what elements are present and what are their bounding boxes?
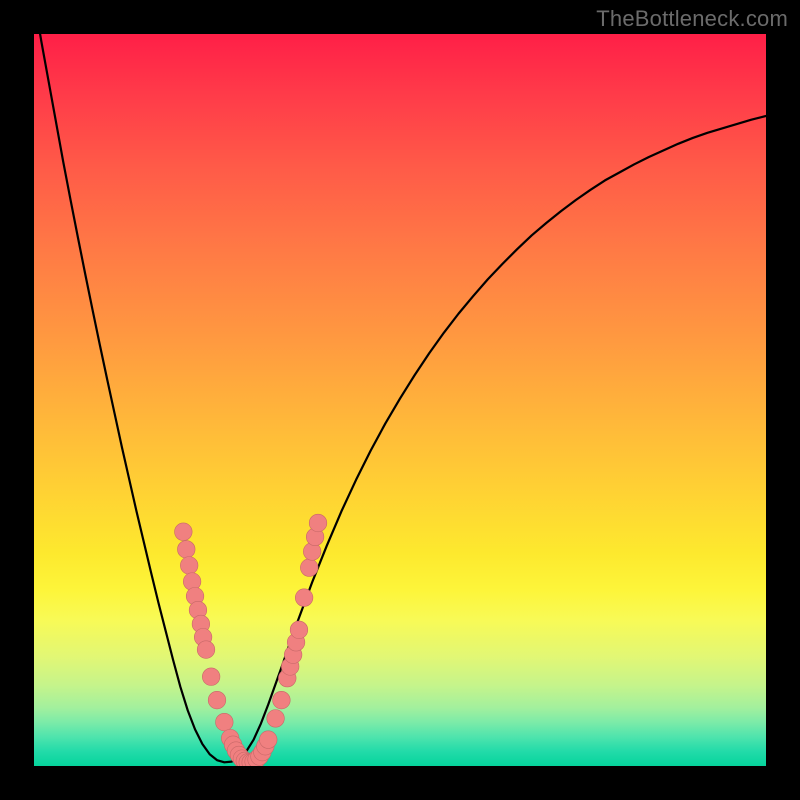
data-marker bbox=[309, 514, 327, 532]
data-marker bbox=[202, 668, 220, 686]
data-marker bbox=[290, 621, 308, 639]
chart-frame: TheBottleneck.com bbox=[0, 0, 800, 800]
data-marker bbox=[267, 710, 285, 728]
data-marker bbox=[295, 589, 313, 607]
plot-area bbox=[34, 34, 766, 766]
bottleneck-curve bbox=[34, 34, 766, 762]
markers-group bbox=[175, 514, 327, 766]
data-marker bbox=[273, 691, 291, 709]
data-marker bbox=[177, 541, 195, 559]
data-marker bbox=[300, 559, 318, 577]
data-marker bbox=[197, 641, 215, 659]
data-marker bbox=[175, 523, 193, 541]
watermark-text: TheBottleneck.com bbox=[596, 6, 788, 32]
data-marker bbox=[208, 691, 226, 709]
curve-svg bbox=[34, 34, 766, 766]
data-marker bbox=[180, 557, 198, 575]
data-marker bbox=[216, 713, 234, 731]
data-marker bbox=[259, 731, 277, 749]
